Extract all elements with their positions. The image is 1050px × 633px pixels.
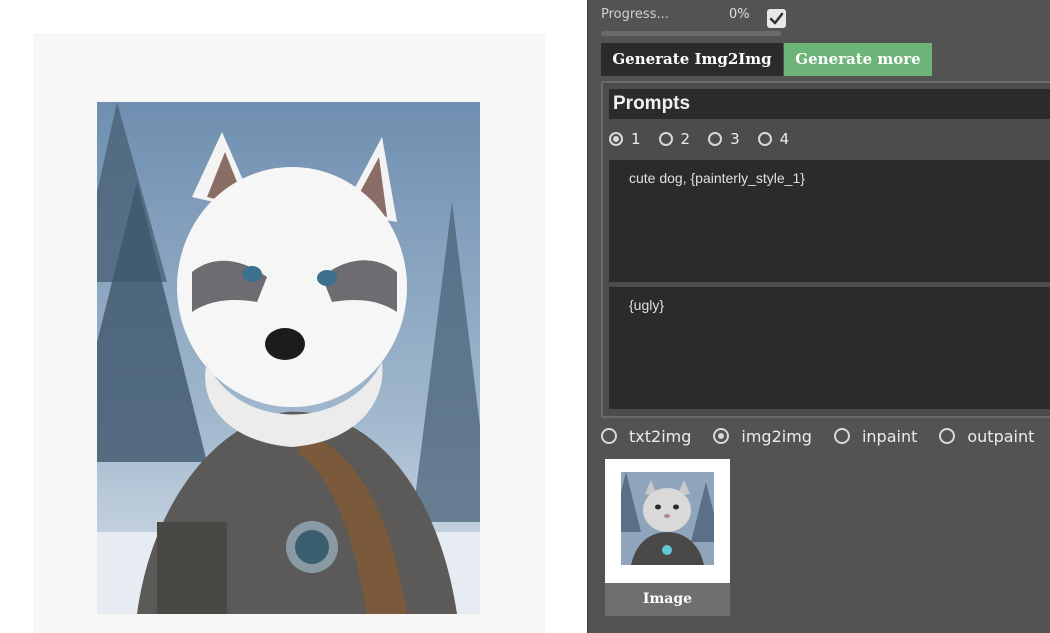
cat-image-icon (621, 472, 714, 565)
radio-icon[interactable] (658, 132, 673, 146)
mode-img2img[interactable]: img2img (713, 425, 812, 447)
dog-image-icon (97, 102, 480, 614)
source-image-thumbnail[interactable] (621, 472, 714, 565)
prompt-tab-2[interactable]: 2 (658, 127, 690, 151)
radio-icon[interactable] (601, 428, 617, 444)
negative-prompt-input[interactable]: {ugly} (609, 287, 1050, 409)
generate-img2img-button[interactable]: Generate Img2Img (601, 43, 783, 76)
radio-icon[interactable] (708, 132, 723, 146)
mode-outpaint[interactable]: outpaint (939, 425, 1034, 447)
prompt-tab-4[interactable]: 4 (757, 127, 789, 151)
prompt-tabs: 1 2 3 4 (609, 127, 807, 151)
prompt-tab-3[interactable]: 3 (708, 127, 740, 151)
mode-inpaint[interactable]: inpaint (833, 425, 917, 447)
generated-dog-image[interactable] (97, 102, 480, 614)
prompt-tab-1[interactable]: 1 (609, 127, 641, 151)
radio-icon[interactable] (757, 132, 772, 146)
progress-label: Progress... (601, 7, 669, 22)
progress-value: 0% (729, 7, 750, 22)
prompts-panel: Prompts 1 2 3 4 cute dog, {painterly_sty… (601, 81, 1050, 418)
radio-icon[interactable] (833, 428, 850, 444)
radio-icon[interactable] (609, 132, 623, 146)
generate-more-button[interactable]: Generate more (784, 43, 932, 76)
checkmark-icon (769, 12, 784, 25)
mode-txt2img[interactable]: txt2img (601, 425, 691, 447)
progress-checkbox[interactable] (767, 9, 786, 28)
source-image-card[interactable]: Image (605, 459, 730, 616)
progress-bar (601, 31, 781, 36)
source-image-caption: Image (605, 583, 730, 616)
prompts-title: Prompts (609, 89, 1050, 119)
radio-icon[interactable] (713, 428, 730, 444)
control-panel: Progress... 0% Generate Img2Img Generate… (587, 0, 1050, 633)
mode-selector: txt2img img2img inpaint outpaint (601, 425, 1050, 447)
radio-icon[interactable] (939, 428, 956, 444)
positive-prompt-input[interactable]: cute dog, {painterly_style_1} (609, 160, 1050, 282)
